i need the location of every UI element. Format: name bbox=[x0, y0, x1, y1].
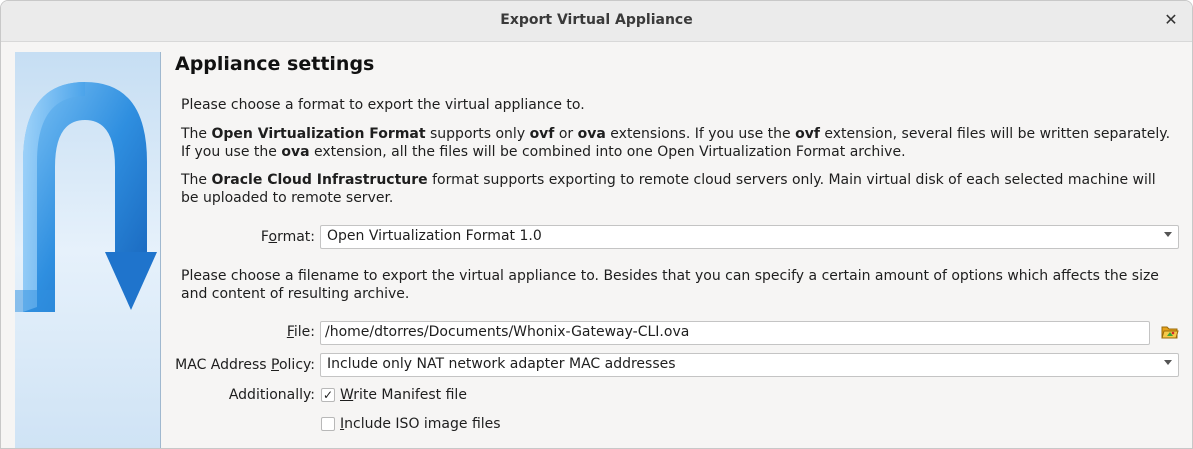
write-manifest-checkbox[interactable]: ✓ bbox=[321, 388, 335, 402]
text-bold: ovf bbox=[529, 126, 555, 142]
folder-open-icon[interactable] bbox=[1161, 323, 1179, 341]
export-appliance-window: Export Virtual Appliance ✕ Appliance set… bbox=[0, 0, 1193, 449]
mac-policy-value: Include only NAT network adapter MAC add… bbox=[327, 356, 676, 372]
window-title: Export Virtual Appliance bbox=[500, 12, 693, 28]
title-bar: Export Virtual Appliance ✕ bbox=[1, 1, 1192, 42]
label-mnemonic: F bbox=[286, 324, 294, 340]
wizard-banner bbox=[15, 52, 161, 448]
label-fragment: ile: bbox=[293, 324, 315, 340]
label-fragment: nclude ISO image files bbox=[344, 416, 501, 432]
include-iso-checkbox[interactable] bbox=[321, 417, 335, 431]
text-fragment: The bbox=[181, 126, 212, 142]
text-bold: ovf bbox=[795, 126, 820, 142]
label-fragment: MAC Address bbox=[175, 357, 272, 373]
label-fragment: olicy: bbox=[278, 357, 315, 373]
mac-policy-label: MAC Address Policy: bbox=[161, 357, 315, 373]
text-fragment: The bbox=[181, 172, 212, 188]
file-path-input[interactable]: /home/dtorres/Documents/Whonix-Gateway-C… bbox=[320, 321, 1150, 345]
write-manifest-label[interactable]: Write Manifest file bbox=[340, 387, 467, 403]
text-bold: Open Virtualization Format bbox=[211, 126, 426, 142]
label-mnemonic: W bbox=[340, 387, 354, 403]
filename-intro-text: Please choose a filename to export the v… bbox=[181, 268, 1159, 302]
checkmark-icon: ✓ bbox=[322, 388, 334, 402]
page-title: Appliance settings bbox=[175, 53, 375, 75]
chevron-down-icon bbox=[1164, 232, 1172, 237]
label-fragment: rmat: bbox=[277, 229, 315, 245]
label-mnemonic: o bbox=[268, 229, 278, 245]
additionally-label: Additionally: bbox=[228, 387, 315, 403]
oci-description: The Oracle Cloud Infrastructure format s… bbox=[181, 171, 1171, 207]
mac-policy-select[interactable]: Include only NAT network adapter MAC add… bbox=[320, 353, 1179, 377]
format-intro-text: Please choose a format to export the vir… bbox=[181, 97, 585, 113]
label-mnemonic: P bbox=[271, 357, 279, 373]
format-select[interactable]: Open Virtualization Format 1.0 bbox=[320, 225, 1179, 249]
text-fragment: supports only bbox=[425, 126, 530, 142]
format-select-value: Open Virtualization Format 1.0 bbox=[327, 228, 542, 244]
text-fragment: extension, all the files will be combine… bbox=[309, 144, 906, 160]
export-arrow-graphic bbox=[15, 52, 160, 448]
include-iso-label[interactable]: Include ISO image files bbox=[340, 416, 501, 432]
ovf-description: The Open Virtualization Format supports … bbox=[181, 125, 1171, 161]
text-fragment: extensions. If you use the bbox=[605, 126, 796, 142]
text-bold: ova bbox=[281, 144, 310, 160]
text-fragment: or bbox=[554, 126, 578, 142]
chevron-down-icon bbox=[1164, 360, 1172, 365]
close-icon[interactable]: ✕ bbox=[1161, 10, 1181, 30]
text-bold: ova bbox=[577, 126, 606, 142]
file-label: File: bbox=[161, 324, 315, 340]
format-label: Format: bbox=[161, 229, 315, 245]
page-content: Appliance settings Please choose a forma… bbox=[161, 41, 1192, 448]
file-path-value: /home/dtorres/Documents/Whonix-Gateway-C… bbox=[325, 324, 690, 340]
text-bold: Oracle Cloud Infrastructure bbox=[211, 172, 428, 188]
label-fragment: rite Manifest file bbox=[353, 387, 467, 403]
